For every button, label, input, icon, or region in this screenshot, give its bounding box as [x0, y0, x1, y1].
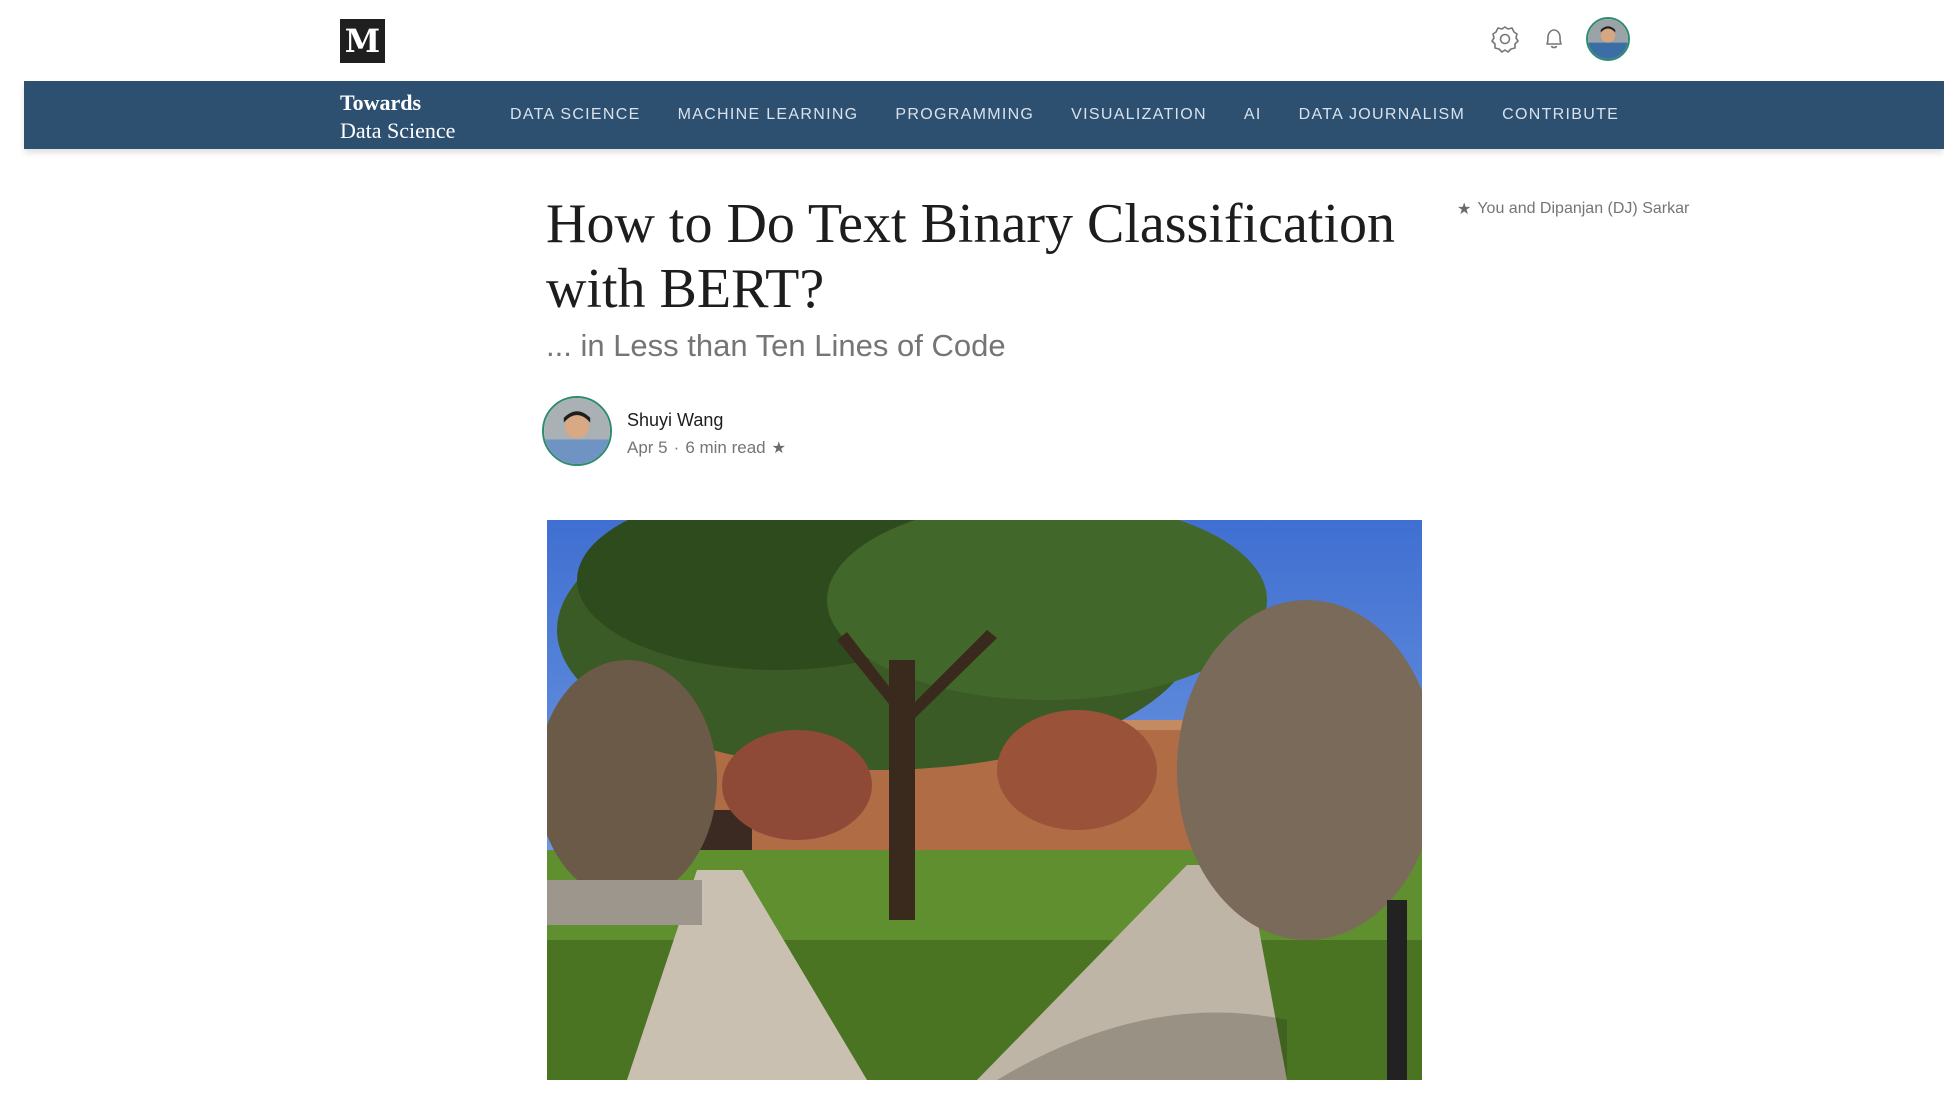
- nav-data-science[interactable]: DATA SCIENCE: [510, 106, 641, 124]
- author-name[interactable]: Shuyi Wang: [627, 410, 723, 431]
- settings-icon[interactable]: [1490, 24, 1520, 54]
- nav-ai[interactable]: AI: [1244, 106, 1262, 124]
- meta-separator: ·: [673, 438, 680, 457]
- publication-name-line2: Data Science: [340, 118, 456, 143]
- article-title: How to Do Text Binary Classification wit…: [546, 193, 1395, 320]
- top-bar: M: [0, 0, 1944, 81]
- star-icon: ★: [1457, 201, 1472, 218]
- bell-icon[interactable]: [1539, 24, 1569, 54]
- read-time: 6 min read: [685, 438, 766, 457]
- member-star-icon: ★: [771, 440, 786, 457]
- page: M Towards Data Science DATA SCIENCE MACH…: [0, 0, 1944, 1108]
- article-subtitle: ... in Less than Ten Lines of Code: [546, 328, 1006, 363]
- author-meta: Apr 5 · 6 min read ★: [627, 438, 786, 458]
- nav-visualization[interactable]: VISUALIZATION: [1071, 106, 1207, 124]
- recommended-note: ★ You and Dipanjan (DJ) Sarkar: [1457, 199, 1689, 219]
- publication-logo[interactable]: Towards Data Science: [340, 89, 455, 145]
- publish-date: Apr 5: [627, 438, 668, 457]
- recommended-by-text[interactable]: You and Dipanjan (DJ) Sarkar: [1477, 200, 1689, 218]
- nav-programming[interactable]: PROGRAMMING: [895, 106, 1034, 124]
- publication-name-line1: Towards: [340, 90, 422, 115]
- nav-contribute[interactable]: CONTRIBUTE: [1502, 106, 1619, 124]
- nav-machine-learning[interactable]: MACHINE LEARNING: [678, 106, 859, 124]
- medium-logo[interactable]: M: [340, 19, 385, 63]
- publication-nav-links: DATA SCIENCE MACHINE LEARNING PROGRAMMIN…: [510, 81, 1656, 149]
- nav-data-journalism[interactable]: DATA JOURNALISM: [1299, 106, 1465, 124]
- author-avatar[interactable]: [542, 396, 612, 466]
- hero-image: [547, 520, 1422, 1080]
- publication-nav: Towards Data Science DATA SCIENCE MACHIN…: [24, 81, 1944, 149]
- user-avatar[interactable]: [1586, 17, 1630, 61]
